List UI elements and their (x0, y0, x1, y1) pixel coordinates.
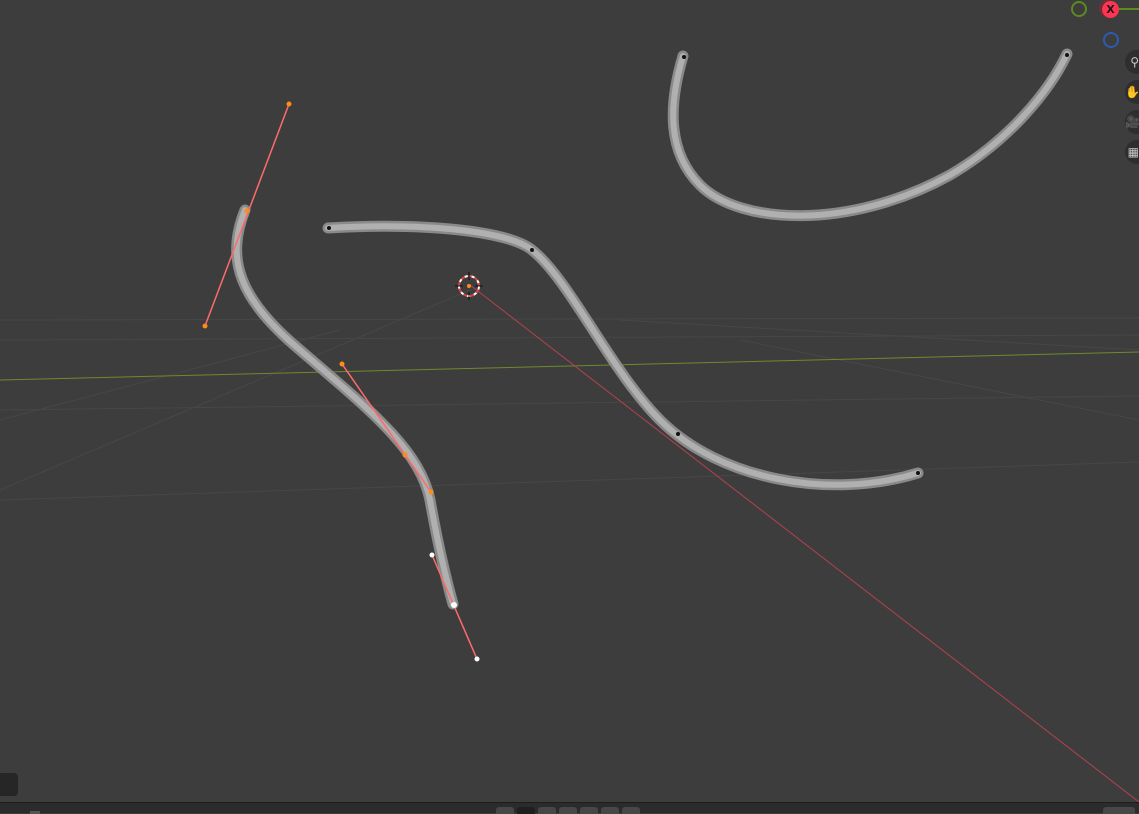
handle-point[interactable] (202, 323, 208, 329)
navigation-tools: ⚲ ✋ 🎥 ▦ (1125, 50, 1139, 170)
bezier-curve-middle[interactable] (322, 220, 924, 491)
camera-icon[interactable]: 🎥 (1125, 110, 1139, 134)
control-point[interactable] (916, 471, 920, 475)
control-point[interactable] (682, 55, 686, 59)
handle-point[interactable] (286, 101, 292, 107)
grid-view-icon[interactable]: ▦ (1125, 140, 1139, 164)
unselected-points[interactable] (327, 53, 1069, 475)
x-axis-gizmo-icon[interactable]: X (1102, 1, 1119, 18)
control-point[interactable] (244, 208, 250, 214)
handle-point[interactable] (428, 489, 434, 495)
sidebar-toggle-tab[interactable] (0, 773, 18, 796)
control-point[interactable] (451, 602, 457, 608)
handle-point[interactable] (474, 656, 480, 662)
control-point[interactable] (327, 226, 331, 230)
zoom-icon[interactable]: ⚲ (1125, 50, 1139, 74)
control-point[interactable] (402, 452, 408, 458)
timeline-header (0, 802, 1139, 814)
3d-cursor-icon[interactable] (455, 272, 483, 300)
y-axis-gizmo-line (1119, 8, 1139, 10)
handle-point[interactable] (429, 552, 435, 558)
3d-viewport[interactable]: X ⚲ ✋ 🎥 ▦ (0, 0, 1139, 802)
x-axis-line (469, 284, 1139, 802)
bezier-curve-right[interactable] (667, 48, 1073, 222)
viewport-scene[interactable] (0, 0, 1139, 802)
grid-floor (0, 289, 1139, 501)
y-axis-line (0, 351, 1139, 381)
control-point[interactable] (530, 248, 534, 252)
y-axis-gizmo-icon[interactable] (1071, 1, 1087, 17)
handle-point[interactable] (339, 361, 345, 367)
control-point[interactable] (676, 432, 680, 436)
z-axis-gizmo-icon[interactable] (1103, 32, 1119, 48)
hand-pan-icon[interactable]: ✋ (1125, 80, 1139, 104)
